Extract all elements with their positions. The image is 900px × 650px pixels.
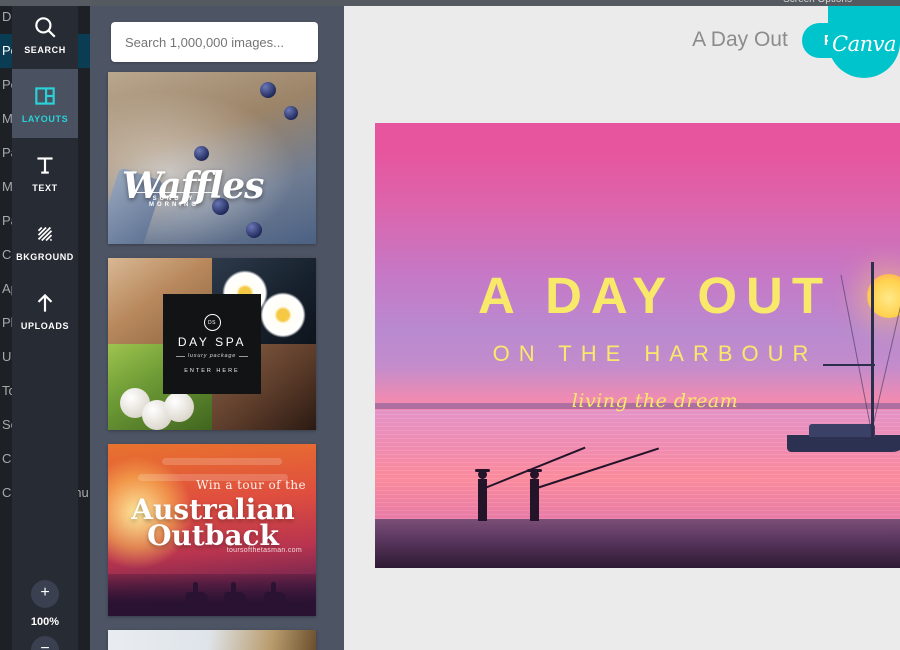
rail-item-label: TEXT (32, 183, 58, 193)
thumbnail-subtitle: luxury package (175, 353, 249, 359)
rail-item-label: LAYOUTS (21, 114, 69, 124)
zoom-percent-label: 100% (30, 616, 60, 628)
beach-graphic (375, 519, 900, 568)
canvas-tagline[interactable]: living the dream (375, 390, 900, 412)
thumbnail-cta: ENTER HERE (184, 368, 240, 374)
rider-silhouette (264, 582, 286, 610)
spa-badge: DS (203, 314, 221, 331)
rail-item-uploads[interactable]: UPLOADS (12, 276, 78, 345)
text-icon (37, 157, 53, 174)
thumbnail-url: toursofthetasman.com (226, 547, 302, 555)
rail-item-layouts[interactable]: LAYOUTS (12, 69, 78, 138)
canva-editor-app: Dashboard Posts Posts Media Pages Media … (0, 0, 900, 650)
tool-rail: SEARCH LAYOUTS TEXT BKGROUND UPLOADS + 1… (12, 0, 78, 650)
rail-item-bkground[interactable]: BKGROUND (12, 207, 78, 276)
rail-item-label: UPLOADS (20, 321, 70, 331)
screen-options-label[interactable]: Screen Options (783, 0, 852, 6)
uploads-icon (37, 293, 53, 312)
canvas-subhead[interactable]: ON THE HARBOUR (375, 341, 900, 367)
layouts-panel: Waffles SUNDAY MORNING DS DAY SP (90, 6, 344, 650)
sailboat-graphic (787, 262, 900, 453)
search-input[interactable] (111, 22, 318, 62)
fisherman-silhouette (527, 447, 660, 522)
design-canvas[interactable]: A DAY OUT ON THE HARBOUR living the drea… (375, 123, 900, 568)
layout-thumbnail-australian-outback[interactable]: Win a tour of the Australian Outback tou… (108, 444, 316, 616)
thumbnail-title: DAY SPA (177, 335, 247, 349)
fisherman-silhouette (475, 446, 586, 522)
layout-thumbnail-partial[interactable] (108, 630, 316, 650)
document-title[interactable]: A Day Out (692, 28, 788, 52)
layout-thumbnail-waffles[interactable]: Waffles SUNDAY MORNING (108, 72, 316, 244)
rail-item-text[interactable]: TEXT (12, 138, 78, 207)
layouts-icon (35, 87, 55, 105)
rider-silhouette (224, 582, 246, 610)
canvas-headline[interactable]: A DAY OUT (375, 270, 900, 321)
thumbnail-title-line2: Outback (147, 519, 279, 553)
top-clipped-strip: Screen Options (0, 0, 900, 6)
canva-logo-text: Canva (832, 32, 897, 56)
rail-item-label: BKGROUND (16, 252, 74, 262)
spa-overlay-card: DS DAY SPA luxury package ENTER HERE (163, 294, 261, 394)
canva-logo[interactable]: Canva (828, 6, 900, 78)
zoom-out-button[interactable]: − (31, 636, 59, 650)
zoom-in-button[interactable]: + (31, 580, 59, 608)
thumbnail-subtitle: SUNDAY MORNING (130, 192, 218, 208)
thumbnail-kicker: Win a tour of the (196, 478, 306, 493)
editor-topbar: A Day Out Publish Canva (344, 6, 900, 78)
background-icon (37, 226, 53, 242)
editor-stage: A Day Out Publish Canva (344, 0, 900, 650)
rider-silhouette (186, 582, 208, 610)
layout-thumbnail-list: Waffles SUNDAY MORNING DS DAY SPA luxury… (108, 72, 320, 650)
search-icon (35, 17, 56, 38)
layout-thumbnail-day-spa[interactable]: DS DAY SPA luxury package ENTER HERE (108, 258, 316, 430)
zoom-controls: + 100% − (12, 580, 78, 650)
rail-item-label: SEARCH (24, 45, 66, 55)
rail-item-search[interactable]: SEARCH (12, 0, 78, 69)
